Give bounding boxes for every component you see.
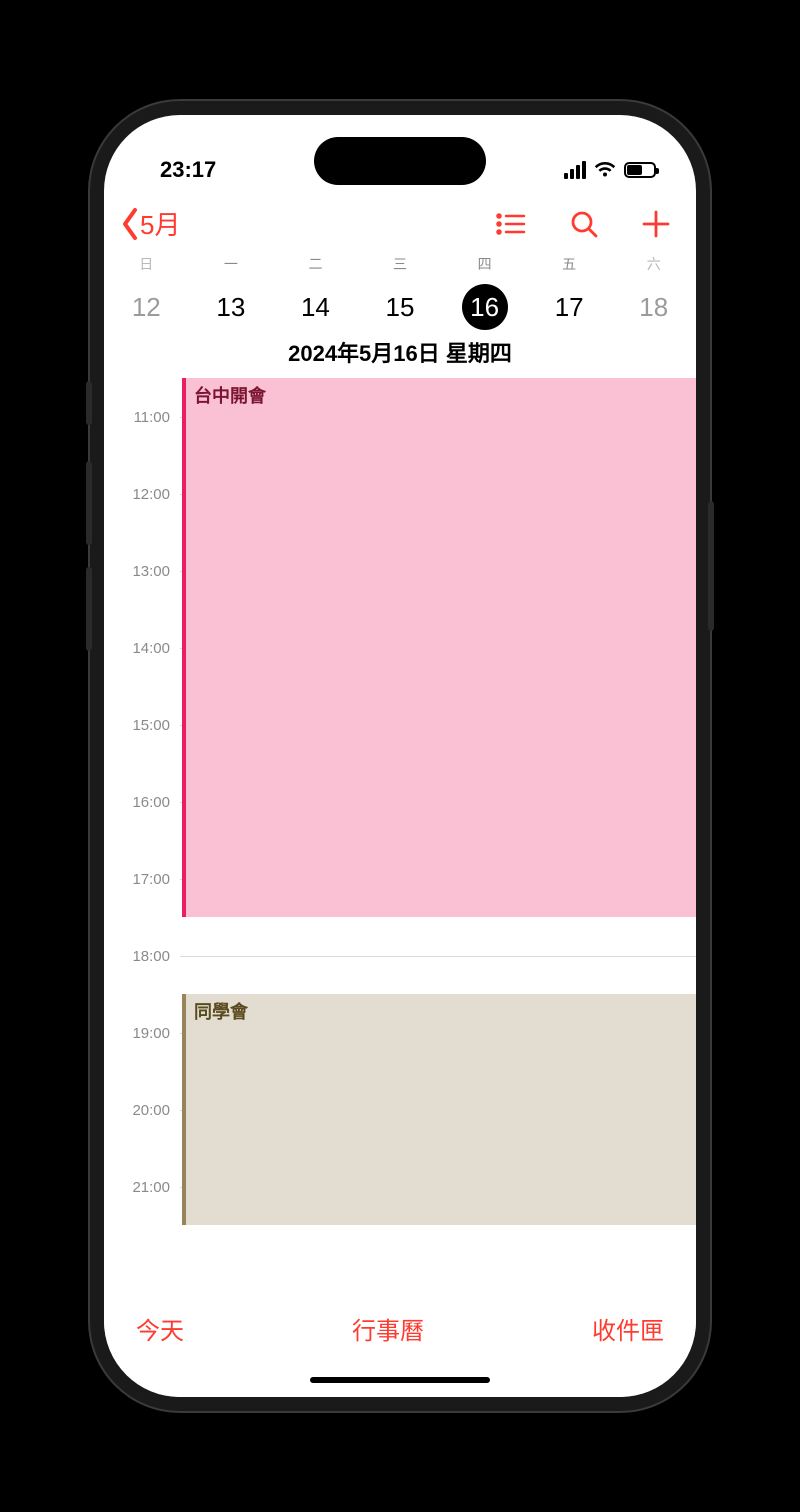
nav-bar: 5月 (104, 195, 696, 248)
hour-label: 11:00 (104, 409, 180, 426)
day-number: 12 (123, 284, 169, 330)
weekday-label: 三 (358, 254, 443, 274)
status-time: 23:17 (160, 157, 216, 183)
inbox-button[interactable]: 收件匣 (592, 1311, 664, 1346)
day-number: 13 (208, 284, 254, 330)
screen: 23:17 5月 (104, 115, 696, 1397)
day-number: 18 (631, 284, 677, 330)
mute-switch (86, 381, 92, 425)
hour-label: 16:00 (104, 794, 180, 811)
weekday-label: 日 (104, 254, 189, 274)
hour-label: 17:00 (104, 871, 180, 888)
home-indicator[interactable] (310, 1377, 490, 1383)
power-button (708, 501, 714, 631)
calendar-event[interactable]: 同學會 (182, 994, 696, 1225)
week-header: 日 12 一 13 二 14 三 15 四 16 五 17 六 18 (104, 248, 696, 330)
day-column[interactable]: 二 14 (273, 254, 358, 330)
list-view-button[interactable] (496, 212, 526, 236)
full-date: 2024年5月16日 星期四 (104, 330, 696, 378)
day-column[interactable]: 日 12 (104, 254, 189, 330)
status-indicators (564, 161, 656, 179)
today-button[interactable]: 今天 (136, 1311, 184, 1346)
weekday-label: 六 (611, 254, 696, 274)
day-column[interactable]: 六 18 (611, 254, 696, 330)
weekday-label: 四 (442, 254, 527, 274)
hour-label: 13:00 (104, 563, 180, 580)
day-number: 17 (546, 284, 592, 330)
day-number: 15 (377, 284, 423, 330)
hour-label: 20:00 (104, 1102, 180, 1119)
weekday-label: 一 (189, 254, 274, 274)
back-button[interactable]: 5月 (120, 205, 180, 242)
phone-frame: 23:17 5月 (90, 101, 710, 1411)
hour-label: 12:00 (104, 486, 180, 503)
day-timeline[interactable]: 11:00 12:00 13:00 14:00 15:00 16:00 17:00 18:00… (104, 378, 696, 1254)
day-column[interactable]: 四 16 (442, 254, 527, 330)
hour-line (180, 956, 696, 957)
weekday-label: 二 (273, 254, 358, 274)
calendars-button[interactable]: 行事曆 (352, 1311, 424, 1346)
wifi-icon (594, 162, 616, 178)
search-button[interactable] (570, 210, 598, 238)
hour-label: 14:00 (104, 640, 180, 657)
dynamic-island (314, 137, 486, 185)
cellular-icon (564, 161, 586, 179)
hour-label: 19:00 (104, 1025, 180, 1042)
battery-icon (624, 162, 656, 178)
calendar-event[interactable]: 台中開會 (182, 378, 696, 917)
volume-down-button (86, 567, 92, 651)
chevron-left-icon (120, 207, 140, 241)
add-event-button[interactable] (642, 210, 670, 238)
day-column[interactable]: 三 15 (358, 254, 443, 330)
back-label: 5月 (140, 205, 180, 242)
day-column[interactable]: 五 17 (527, 254, 612, 330)
hour-label: 15:00 (104, 717, 180, 734)
hour-row: 18:00 (104, 956, 696, 973)
hour-label: 21:00 (104, 1179, 180, 1196)
day-number: 16 (462, 284, 508, 330)
weekday-label: 五 (527, 254, 612, 274)
day-number: 14 (292, 284, 338, 330)
hour-label: 18:00 (104, 948, 180, 965)
day-column[interactable]: 一 13 (189, 254, 274, 330)
volume-up-button (86, 461, 92, 545)
